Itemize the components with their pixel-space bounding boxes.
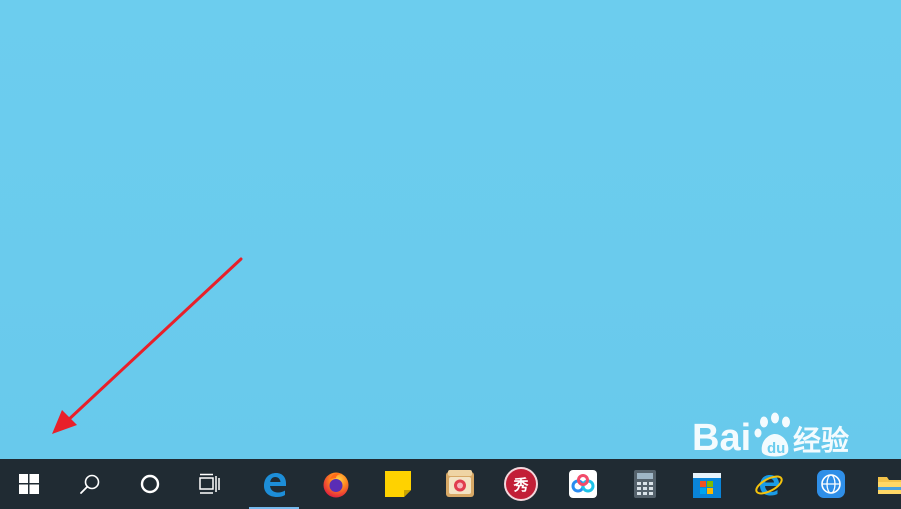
firefox-app[interactable] [307, 459, 365, 509]
calculator-app[interactable] [616, 459, 674, 509]
task-view-button[interactable] [181, 459, 239, 509]
firefox-icon [323, 472, 349, 498]
internet-explorer-app[interactable] [740, 459, 798, 509]
xiu-icon: 秀 [504, 467, 538, 501]
search-button[interactable] [61, 459, 119, 509]
xiu-icon-label: 秀 [513, 475, 529, 494]
red-arrow-annotation [52, 257, 243, 434]
ie-icon [755, 475, 783, 496]
task-view-icon [199, 473, 220, 494]
store-app[interactable] [678, 459, 736, 509]
baidu-netdisk-app[interactable] [554, 459, 612, 509]
store-icon [693, 473, 721, 498]
globe-icon [817, 470, 845, 498]
baidu-netdisk-icon [569, 470, 597, 498]
taskbar: 秀 [0, 459, 901, 509]
edge-app[interactable] [245, 459, 303, 509]
search-icon [80, 474, 100, 494]
baidu-logo: Bai du 经验 [692, 412, 849, 459]
globe-glyph [821, 474, 841, 494]
edge-icon [264, 473, 286, 497]
baidu-logo-text-jingyan-cn: 经验 [793, 424, 849, 457]
cortana-circle-icon [140, 474, 160, 494]
baidu-paw-icon [754, 412, 790, 457]
photo-app[interactable] [431, 459, 489, 509]
calculator-icon [634, 470, 656, 498]
baidu-logo-text-bai: Bai [692, 417, 751, 459]
cortana-button[interactable] [121, 459, 179, 509]
start-button[interactable] [0, 459, 58, 509]
file-explorer-app[interactable] [864, 459, 901, 509]
baidu-logo-text-du: du [767, 440, 785, 457]
baidu-netdisk-logo [571, 474, 595, 493]
sticky-notes-icon [385, 471, 411, 497]
sticky-notes-app[interactable] [369, 459, 427, 509]
photo-viewer-icon [446, 470, 474, 497]
folder-icon [878, 477, 901, 494]
windows-logo-icon [19, 474, 39, 494]
desktop-background: Bai du 经验 jingyan.baidu.com [0, 0, 901, 488]
meitu-xiuxiu-app[interactable]: 秀 [492, 459, 550, 509]
browser-app[interactable] [802, 459, 860, 509]
